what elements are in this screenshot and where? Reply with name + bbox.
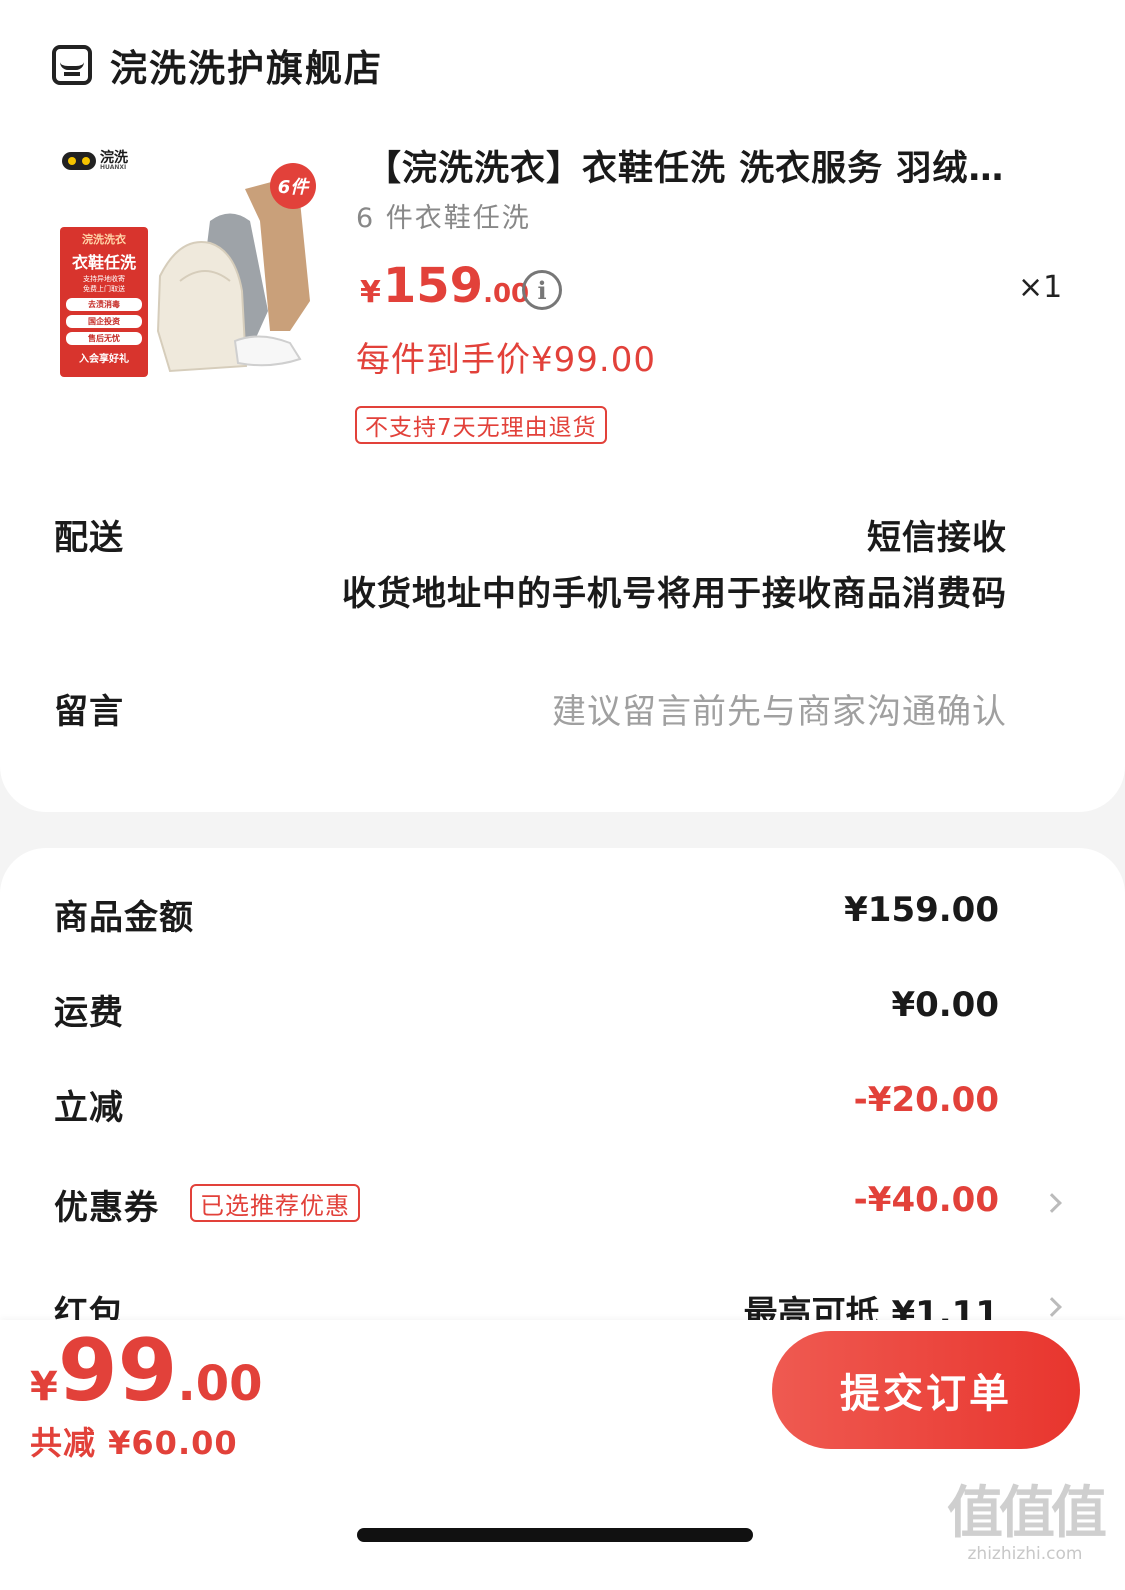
total-savings: 共减 ¥60.00 [30, 1424, 238, 1462]
brand-logo-sub: HUANXI [100, 164, 127, 171]
promo-pill: 去渍消毒 [66, 297, 142, 311]
total-decimal: .00 [177, 1356, 263, 1412]
goods-amount-value: ¥159.00 [844, 890, 999, 930]
price-currency: ¥ [360, 275, 381, 310]
message-input[interactable]: 建议留言前先与商家沟通确认 [552, 684, 1007, 733]
promo-note: 免费上门取送 [83, 285, 125, 294]
coupon-selected-tag[interactable]: 已选推荐优惠 [190, 1184, 360, 1222]
shop-name[interactable]: 浣洗洗护旗舰店 [110, 38, 383, 92]
total-integer: 99 [57, 1321, 178, 1421]
shipping-value: ¥0.00 [891, 985, 999, 1025]
delivery-method: 短信接收 [867, 518, 1007, 558]
quantity-badge: 6件 [270, 163, 316, 209]
goods-amount-label: 商品金额 [54, 898, 194, 938]
total-price: ¥ 99 .00 [30, 1328, 263, 1414]
order-item-card: 浣洗洗护旗舰店 浣洗 HUANXI 浣洗洗衣 衣鞋任洗 支持异地收寄 免费上门取… [0, 0, 1125, 812]
promo-title: 浣洗洗衣 [82, 233, 126, 246]
delivery-note: 收货地址中的手机号将用于接收商品消费码 [342, 574, 1007, 614]
clothes-illustration [156, 181, 310, 373]
brand-logo-icon [62, 152, 96, 170]
product-price: ¥ 159 .00 [360, 258, 529, 314]
watermark-url: zhizhizhi.com [967, 1544, 1083, 1564]
info-icon[interactable]: i [522, 270, 562, 310]
watermark-logo: 值值值 [947, 1481, 1107, 1546]
message-label: 留言 [54, 692, 124, 732]
product-image[interactable]: 浣洗 HUANXI 浣洗洗衣 衣鞋任洗 支持异地收寄 免费上门取送 去渍消毒 国… [52, 145, 324, 405]
total-currency: ¥ [30, 1364, 58, 1410]
return-policy-tag: 不支持7天无理由退货 [355, 406, 607, 444]
product-title[interactable]: 【浣洗洗衣】衣鞋任洗 洗衣服务 羽绒… [366, 140, 1056, 191]
discount-value: -¥20.00 [853, 1080, 999, 1120]
discount-label: 立减 [54, 1088, 124, 1128]
product-quantity: ×1 [1018, 270, 1063, 305]
delivery-label: 配送 [54, 518, 124, 558]
submit-order-button[interactable]: 提交订单 [772, 1331, 1080, 1449]
promo-footer: 入会享好礼 [79, 353, 129, 365]
promo-headline: 衣鞋任洗 [71, 253, 136, 272]
promo-pill: 国企投资 [66, 314, 142, 328]
promo-pill: 售后无忧 [66, 331, 142, 345]
per-item-price: 每件到手价¥99.00 [356, 340, 656, 380]
promo-note: 支持异地收寄 [83, 275, 125, 283]
promo-panel: 浣洗洗衣 衣鞋任洗 支持异地收寄 免费上门取送 去渍消毒 国企投资 售后无忧 入… [60, 227, 148, 377]
watermark: 值值值 zhizhizhi.com [947, 1481, 1107, 1565]
coupon-label: 优惠券 [54, 1188, 159, 1228]
shop-icon [52, 45, 92, 85]
price-integer: 159 [382, 258, 484, 314]
product-spec: 6 件衣鞋任洗 [356, 203, 531, 234]
coupon-value[interactable]: -¥40.00 [854, 1180, 999, 1220]
brand-logo: 浣洗 HUANXI [62, 151, 128, 171]
shop-header[interactable]: 浣洗洗护旗舰店 [52, 38, 383, 92]
home-indicator[interactable] [357, 1528, 753, 1542]
shipping-label: 运费 [54, 993, 124, 1033]
